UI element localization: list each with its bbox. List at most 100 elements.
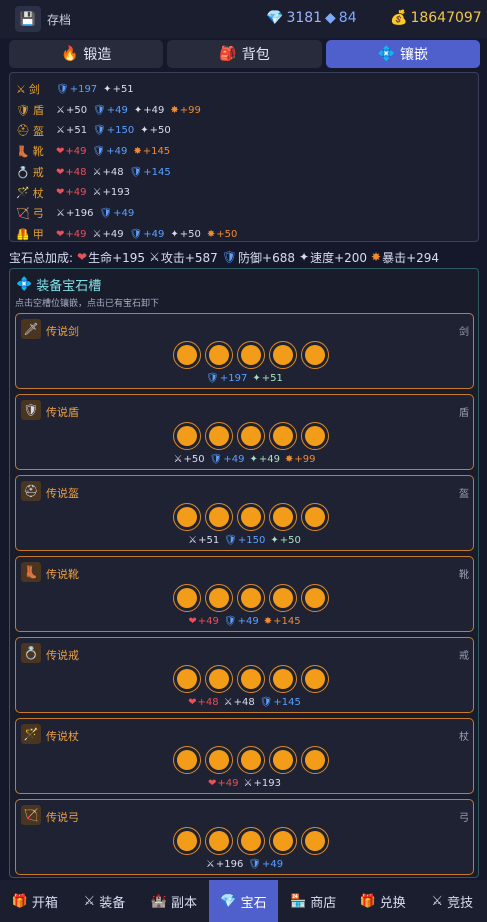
equipment-slot-label: 戒 (459, 651, 469, 662)
gem-socket[interactable] (205, 584, 233, 612)
gem-socket[interactable] (173, 584, 201, 612)
gem-socket[interactable] (237, 827, 265, 855)
gem-socket[interactable] (205, 746, 233, 774)
speed-icon: ✦ (133, 104, 143, 116)
tab-forge[interactable]: 🔥 锻造 (9, 40, 164, 68)
bonus-item: 🛡 +49 (248, 859, 283, 870)
nav-redeem[interactable]: 🎁 兑换 (348, 880, 418, 922)
save-label[interactable]: 存档 (47, 11, 71, 28)
gem-socket[interactable] (173, 746, 201, 774)
slot-label: 杖 (32, 186, 44, 200)
sword-icon: ⚔ (92, 166, 102, 178)
gem-value: 3181 (286, 10, 323, 26)
gem-socket[interactable] (173, 665, 201, 693)
gem-socket[interactable] (301, 665, 329, 693)
nav-open-box[interactable]: 🎁 开箱 (0, 880, 70, 922)
tab-label: 背包 (241, 47, 270, 63)
stat-value: 🛡 +49 (99, 208, 134, 219)
stat-amount: +49 (113, 207, 135, 219)
gem-socket[interactable] (269, 422, 297, 450)
gem-icon (273, 345, 293, 365)
stat-slot: ⛑ 盔 (16, 123, 56, 139)
gem-socket[interactable] (205, 341, 233, 369)
section-hint: 点击空槽位镶嵌，点击已有宝石卸下 (15, 299, 160, 309)
crit-icon: ✸ (371, 250, 382, 264)
shield-icon: 🛡 (259, 697, 273, 708)
fire-icon: 🔥 (60, 46, 79, 62)
gem-sockets (173, 584, 329, 612)
gem-socket[interactable] (205, 665, 233, 693)
bonus-amount: +49 (197, 616, 219, 627)
bonus-item: 🛡 +145 (260, 697, 301, 708)
money-bag-icon: 💰 (390, 10, 408, 26)
bonus-amount: +49 (223, 454, 245, 465)
gem-socket[interactable] (269, 827, 297, 855)
gem-socket[interactable] (205, 827, 233, 855)
shield-icon: 🛡 (209, 454, 223, 465)
nav-dungeon[interactable]: 🏰 副本 (139, 880, 209, 922)
gem-socket[interactable] (301, 341, 329, 369)
gem-socket[interactable] (269, 746, 297, 774)
bonus-amount: +145 (273, 697, 301, 708)
gem-socket[interactable] (301, 503, 329, 531)
gem-socket[interactable] (173, 341, 201, 369)
total-item: 🛡 防御+688 (222, 249, 295, 266)
stat-slot: 👢 靴 (16, 143, 56, 159)
gem-icon (177, 831, 197, 851)
speed-icon: ✦ (299, 250, 310, 264)
gem-socket[interactable] (173, 827, 201, 855)
gem-socket[interactable] (237, 503, 265, 531)
gem-socket[interactable] (269, 503, 297, 531)
gem-socket[interactable] (173, 503, 201, 531)
bonus-item: ❤ +49 (188, 616, 219, 627)
gem-socket[interactable] (237, 665, 265, 693)
card-bonus: ⚔ +50 🛡 +49 ✦ +49 ✸ +99 (16, 454, 473, 465)
crit-icon: ✸ (284, 454, 294, 465)
nav-shop[interactable]: 🏪 商店 (278, 880, 348, 922)
stat-amount: +99 (179, 104, 201, 116)
slot-icon: 🪄 (16, 186, 30, 200)
shield-icon: 🛡 (223, 616, 237, 627)
gem-socket[interactable] (237, 422, 265, 450)
stat-row: ⚔ 剑 🛡 +197 ✦ +51 (16, 79, 478, 100)
nav-gems[interactable]: 💎 宝石 (208, 880, 279, 922)
total-text: 暴击+294 (382, 250, 440, 265)
gem-sockets (173, 827, 329, 855)
speed-icon: ✦ (270, 535, 279, 546)
nav-label: 宝石 (240, 895, 267, 911)
nav-arena[interactable]: ⚔ 竞技 (417, 880, 487, 922)
gem-socket[interactable] (301, 584, 329, 612)
equipment-icon: 🛡 (21, 400, 41, 420)
bonus-amount: +51 (261, 373, 283, 384)
gem-icon (241, 426, 261, 446)
gem-socket[interactable] (237, 341, 265, 369)
stat-amount: +49 (106, 145, 128, 157)
nav-equipment[interactable]: ⚔ 装备 (70, 880, 140, 922)
stat-values: ❤ +49 ⚔ +193 (56, 187, 130, 198)
gem-icon (177, 588, 197, 608)
stat-amount: +145 (143, 166, 171, 178)
shield-icon: 🛡 (92, 145, 106, 157)
stat-value: ⚔ +50 (56, 105, 87, 116)
gem-icon (241, 588, 261, 608)
bonus-item: ⚔ +48 (224, 697, 255, 708)
gem-socket[interactable] (173, 422, 201, 450)
gem-socket[interactable] (301, 746, 329, 774)
bonus-amount: +197 (219, 373, 248, 384)
save-icon[interactable]: 💾 (15, 6, 41, 32)
gem-icon (209, 750, 229, 770)
gem-icon (209, 507, 229, 527)
gem-socket[interactable] (237, 584, 265, 612)
equip-gem-section: 💠 装备宝石槽 点击空槽位镶嵌，点击已有宝石卸下 🗡 传说剑剑 🛡 +197 ✦ +51 🛡… (9, 268, 479, 878)
stat-row: 🛡 盾 ⚔ +50 🛡 +49 ✦ +49 ✸ +99 (16, 100, 478, 121)
gem-socket[interactable] (269, 341, 297, 369)
gem-socket[interactable] (269, 584, 297, 612)
gem-socket[interactable] (205, 422, 233, 450)
gem-socket[interactable] (237, 746, 265, 774)
gem-socket[interactable] (205, 503, 233, 531)
gem-socket[interactable] (301, 422, 329, 450)
gem-socket[interactable] (301, 827, 329, 855)
tab-bag[interactable]: 🎒 背包 (167, 40, 322, 68)
tab-inlay[interactable]: 💠 镶嵌 (325, 40, 480, 68)
gem-socket[interactable] (269, 665, 297, 693)
